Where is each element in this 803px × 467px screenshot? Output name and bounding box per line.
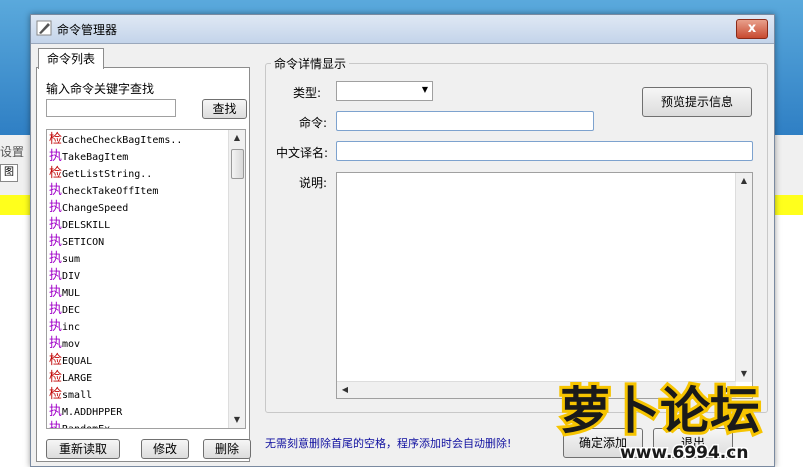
list-item-prefix: 执 (49, 404, 63, 419)
list-item-prefix: 执 (49, 234, 63, 249)
dialog-titlebar: 命令管理器 x (31, 15, 774, 44)
list-item[interactable]: 执sum (49, 250, 229, 267)
list-item-prefix: 检 (49, 132, 63, 147)
command-list-panel: 输入命令关键字查找 查找 检CacheCheckBagItems.. 执TakeB… (36, 67, 251, 462)
list-item[interactable]: 执M.ADDHPPER (49, 403, 229, 420)
list-item-name: LARGE (62, 373, 93, 384)
list-item-name: sum (62, 254, 81, 265)
list-item-name: RandomEx (62, 424, 110, 428)
list-item-prefix: 检 (49, 387, 63, 402)
list-item-name: M.ADDHPPER (62, 407, 123, 418)
delete-button[interactable]: 删除 (203, 439, 251, 459)
background-toolbar-icon[interactable]: 图 (0, 164, 18, 182)
list-item[interactable]: 检LARGE (49, 369, 229, 386)
description-hscrollbar[interactable]: ◀ ▶ (337, 381, 736, 398)
command-list-scrollbar[interactable]: ▲ ▼ (228, 130, 245, 428)
cn-name-label: 中文译名: (276, 146, 329, 160)
edit-button[interactable]: 修改 (141, 439, 189, 459)
list-item-prefix: 执 (49, 268, 63, 283)
command-manager-dialog: 命令管理器 x 命令列表 输入命令关键字查找 查找 检CacheCheckBag… (30, 14, 775, 467)
list-item[interactable]: 执SETICON (49, 233, 229, 250)
list-item-name: EQUAL (62, 356, 93, 367)
list-item-prefix: 执 (49, 149, 63, 164)
list-item[interactable]: 执mov (49, 335, 229, 352)
description-vscrollbar[interactable]: ▲ ▼ (735, 173, 752, 382)
scroll-thumb[interactable] (231, 149, 244, 179)
list-item-name: ChangeSpeed (62, 203, 129, 214)
scroll-right-icon[interactable]: ▶ (720, 382, 736, 398)
list-item[interactable]: 执RandomEx (49, 420, 229, 429)
background-menu-tab[interactable]: 设置 (0, 143, 24, 160)
list-item-name: DELSKILL (62, 220, 111, 231)
list-item-name: SETICON (62, 237, 105, 248)
preview-tip-button[interactable]: 预览提示信息 (642, 87, 752, 117)
list-item-name: DIV (62, 271, 81, 282)
search-label: 输入命令关键字查找 (46, 82, 155, 96)
list-item[interactable]: 执MUL (49, 284, 229, 301)
list-item[interactable]: 执DIV (49, 267, 229, 284)
command-list-items: 检CacheCheckBagItems.. 执TakeBagItem 检GetLis… (49, 131, 229, 429)
list-item-name: small (62, 390, 93, 401)
list-item-name: MUL (62, 288, 81, 299)
list-item-prefix: 执 (49, 200, 63, 215)
list-item-prefix: 执 (49, 251, 63, 266)
list-item[interactable]: 检small (49, 386, 229, 403)
command-input[interactable] (336, 111, 594, 131)
confirm-add-button[interactable]: 确定添加 (563, 428, 643, 458)
description-textarea[interactable]: ▲ ▼ ◀ ▶ (336, 172, 753, 399)
list-item[interactable]: 执DELSKILL (49, 216, 229, 233)
tab-command-list[interactable]: 命令列表 (38, 48, 104, 69)
scroll-up-icon[interactable]: ▲ (229, 130, 245, 146)
reload-button[interactable]: 重新读取 (46, 439, 120, 459)
chevron-down-icon: ▼ (421, 85, 428, 94)
scroll-left-icon[interactable]: ◀ (337, 382, 353, 398)
list-item-prefix: 检 (49, 166, 63, 181)
list-item[interactable]: 执inc (49, 318, 229, 335)
details-group-title: 命令详情显示 (271, 55, 350, 72)
find-button[interactable]: 查找 (202, 99, 247, 119)
list-item-name: GetListString.. (62, 169, 153, 180)
scroll-down-icon[interactable]: ▼ (736, 366, 752, 382)
cn-name-input[interactable] (336, 141, 753, 161)
list-item-prefix: 执 (49, 285, 63, 300)
hint-text: 无需刻意删除首尾的空格，程序添加时会自动删除! (265, 437, 512, 450)
pen-icon (36, 20, 52, 36)
search-input[interactable] (46, 99, 176, 117)
list-item-name: TakeBagItem (62, 152, 129, 163)
list-item-prefix: 执 (49, 319, 63, 334)
list-item-prefix: 执 (49, 183, 63, 198)
type-label: 类型: (293, 86, 322, 100)
list-item[interactable]: 检CacheCheckBagItems.. (49, 131, 229, 148)
list-item[interactable]: 执DEC (49, 301, 229, 318)
exit-button[interactable]: 退出 (653, 428, 733, 458)
list-item[interactable]: 执TakeBagItem (49, 148, 229, 165)
close-button[interactable]: x (736, 19, 768, 39)
list-item-name: CheckTakeOffItem (62, 186, 159, 197)
list-item[interactable]: 执CheckTakeOffItem (49, 182, 229, 199)
list-item[interactable]: 检EQUAL (49, 352, 229, 369)
command-list[interactable]: 检CacheCheckBagItems.. 执TakeBagItem 检GetLis… (46, 129, 246, 429)
list-item-name: mov (62, 339, 81, 350)
list-item-name: CacheCheckBagItems.. (62, 135, 183, 146)
list-item-prefix: 执 (49, 302, 63, 317)
list-item-prefix: 检 (49, 353, 63, 368)
command-label: 命令: (299, 116, 328, 130)
list-item[interactable]: 执ChangeSpeed (49, 199, 229, 216)
description-label: 说明: (299, 176, 328, 190)
list-item-prefix: 检 (49, 370, 63, 385)
list-item-prefix: 执 (49, 217, 63, 232)
list-item-name: inc (62, 322, 81, 333)
list-item[interactable]: 检GetListString.. (49, 165, 229, 182)
type-select[interactable]: ▼ (336, 81, 433, 101)
scroll-up-icon[interactable]: ▲ (736, 173, 752, 189)
dialog-title: 命令管理器 (57, 23, 118, 37)
scroll-down-icon[interactable]: ▼ (229, 412, 245, 428)
list-item-name: DEC (62, 305, 81, 316)
list-item-prefix: 执 (49, 336, 63, 351)
list-item-prefix: 执 (49, 421, 63, 429)
